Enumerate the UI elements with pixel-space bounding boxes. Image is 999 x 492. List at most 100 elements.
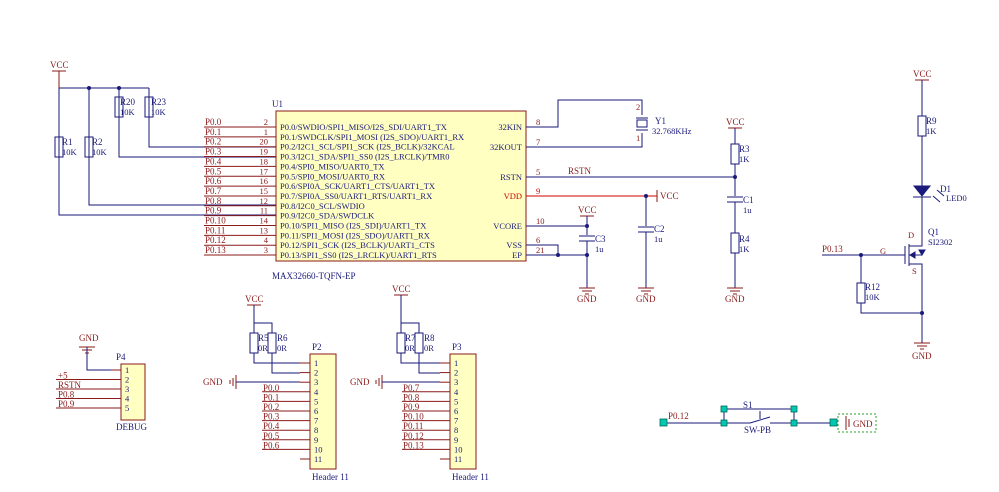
p4-pin-number: 5	[125, 403, 129, 413]
resistor-r20[interactable]: R20 10K	[114, 96, 136, 118]
p4-pin-net: +5	[58, 371, 68, 381]
net-rstn: RSTN	[568, 166, 592, 176]
u1-pin-function: P0.9/I2C0_SDA/SWDCLK	[280, 211, 375, 221]
u1-pin-function: P0.3/I2C1_SDA/SPI1_SS0 (I2S_LRCLK)/TMR0	[280, 152, 450, 162]
svg-text:DEBUG: DEBUG	[116, 422, 147, 432]
u1-pin-number: 20	[260, 137, 269, 147]
gnd-symbol-p4: GND	[79, 333, 99, 354]
svg-text:GND: GND	[350, 377, 370, 387]
led-d1[interactable]: D1 LED0	[912, 184, 967, 203]
resistor-r9[interactable]: R9 1K	[917, 115, 937, 137]
resistor-r7[interactable]: R7 0R	[396, 332, 416, 354]
p3-pin-number: 6	[454, 406, 458, 416]
mosfet-q1[interactable]: Q1 SI2302 D G S	[880, 227, 953, 276]
p2-pin-number: 8	[314, 425, 318, 435]
resistor-r4[interactable]: R4 1K	[730, 232, 750, 254]
svg-text:VCC: VCC	[245, 294, 264, 304]
resistor-r23[interactable]: R23 10K	[144, 96, 167, 118]
u1-pin-number: 4	[264, 235, 269, 245]
svg-text:P4: P4	[116, 352, 126, 362]
u1-pin-function: P0.1/SWDCLK/SPI1_MOSI (I2S_SDO)/UART1_RX	[280, 132, 464, 142]
r23-value: 10K	[151, 107, 167, 117]
p3-pin-number: 5	[454, 396, 458, 406]
resistor-r5[interactable]: R5 0R	[249, 332, 269, 354]
svg-text:C3: C3	[595, 234, 606, 244]
resistor-r6[interactable]: R6 0R	[267, 332, 288, 354]
p3-pin-2[interactable]: 2	[440, 368, 458, 378]
resistor-r12[interactable]: R12 10K	[856, 282, 881, 304]
u1-pin-number: 15	[260, 186, 269, 196]
resistor-r1[interactable]: R1 10K	[54, 136, 78, 158]
p4-pin-1[interactable]: 1	[111, 365, 129, 375]
svg-text:1K: 1K	[739, 244, 750, 254]
switch-s1[interactable]: P0.12 S1 SW-PB GND	[659, 400, 877, 435]
u1-pin-number: 16	[260, 176, 269, 186]
svg-text:C2: C2	[654, 224, 665, 234]
capacitor-c2[interactable]: C2 1u	[638, 224, 665, 244]
p3-pin-1[interactable]: 1	[440, 358, 458, 368]
p3-pin-net: P0.12	[403, 431, 424, 441]
resistor-r2[interactable]: R2 10K	[84, 136, 108, 158]
p4-pin-number: 1	[125, 365, 129, 375]
u1-pin-number: 1	[264, 127, 268, 137]
svg-text:1u: 1u	[654, 234, 663, 244]
u1-left-pins: P0.0 2 P0.0/SWDIO/SPI1_MISO/I2S_SDI/UART1_…	[204, 117, 464, 260]
svg-text:GND: GND	[725, 294, 745, 304]
u1-pin-number: 2	[264, 117, 268, 127]
connector-p4[interactable]: P4 DEBUG 12+53RSTN4P0.85P0.9	[56, 352, 147, 432]
svg-text:0R: 0R	[258, 343, 268, 353]
p3-pin-number: 10	[454, 444, 463, 454]
u1-pin-number: 18	[260, 156, 269, 166]
u1-pin-net: P0.1	[205, 127, 221, 137]
schematic-canvas[interactable]: VCC R1 10K R2 10K R20 10K R23 10K U1 MAX…	[0, 0, 999, 492]
u1-pin-net: P0.9	[205, 206, 222, 216]
gnd-symbol-c3: GND	[577, 287, 597, 304]
svg-text:C1: C1	[743, 195, 754, 205]
p2-pin-3[interactable]: 3	[300, 377, 318, 387]
r23-ref: R23	[151, 97, 167, 107]
resistor-r3[interactable]: R3 1K	[730, 143, 750, 165]
u1-pin-function: P0.2/I2C1_SCL/SPI1_SCK (I2S_BCLK)/32KCAL	[280, 142, 455, 152]
p3-pin-number: 7	[454, 416, 458, 426]
p2-pin-number: 9	[314, 435, 318, 445]
p4-pin-number: 2	[125, 375, 129, 385]
u1-pin-number: 17	[260, 166, 269, 176]
p4-pin-net: P0.8	[58, 390, 75, 400]
capacitor-c1[interactable]: C1 1u	[727, 195, 754, 215]
u1-pin-function: EP	[512, 250, 522, 260]
p4-pin-net: RSTN	[58, 380, 82, 390]
svg-text:GND: GND	[636, 294, 656, 304]
svg-text:GND: GND	[203, 377, 223, 387]
ic-u1[interactable]: U1 MAX32660-TQFN-EP P0.0 2 P0.0/SWDIO/SPI1…	[204, 99, 556, 281]
p4-pin-5[interactable]: 5 P0.9	[56, 399, 129, 413]
u1-pin-number: 8	[536, 117, 540, 127]
schematic-sheet: VCC R1 10K R2 10K R20 10K R23 10K U1 MAX…	[0, 0, 999, 492]
p2-pin-2[interactable]: 2	[300, 368, 318, 378]
u1-pin-number: 5	[536, 167, 540, 177]
svg-text:VCC: VCC	[913, 69, 932, 79]
svg-text:R6: R6	[277, 333, 288, 343]
u1-pin-net: P0.4	[205, 156, 222, 166]
gnd-symbol-p3: GND	[350, 375, 383, 389]
p2-pin-1[interactable]: 1	[300, 358, 318, 368]
u1-pin-number: 13	[260, 225, 269, 235]
u1-pin-net: P0.0	[205, 117, 222, 127]
p3-pin-net: P0.9	[403, 402, 420, 412]
p2-pin-net: P0.5	[263, 431, 280, 441]
p3-pin-net: P0.10	[403, 412, 424, 422]
svg-text:1u: 1u	[743, 205, 752, 215]
u1-pin-net: P0.6	[205, 176, 222, 186]
resistor-r8[interactable]: R8 0R	[414, 332, 435, 354]
svg-text:R9: R9	[926, 116, 937, 126]
u1-pin-function: P0.7/SPI0A_SS0/UART1_RTS/UART1_RX	[280, 191, 432, 201]
u1-pin-net: P0.8	[205, 196, 222, 206]
p3-pin-3[interactable]: 3	[440, 377, 458, 387]
crystal-y1[interactable]: 2 1 Y1 32.768KHz	[636, 102, 692, 143]
p3-pin-net: P0.13	[403, 440, 424, 450]
vcc-label-left: VCC	[50, 60, 69, 70]
capacitor-c3[interactable]: C3 1u	[579, 234, 606, 254]
u1-pin-number: 7	[536, 137, 540, 147]
u1-pin-net: P0.7	[205, 186, 222, 196]
u1-pin-net: P0.3	[205, 147, 222, 157]
u1-pin-number: 11	[260, 206, 268, 216]
